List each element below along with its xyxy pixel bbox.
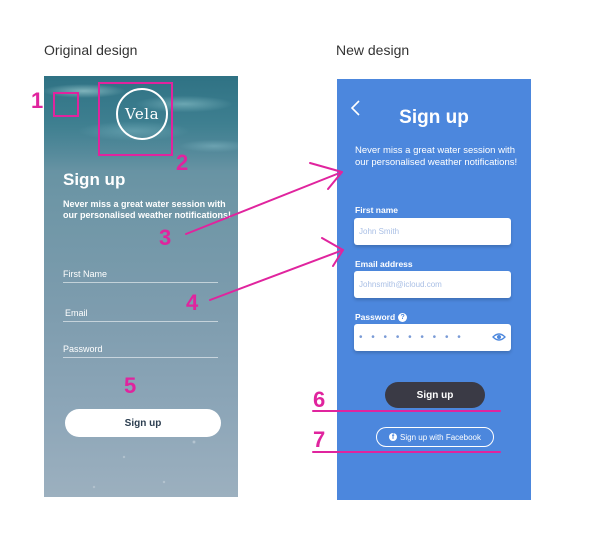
annotation-arrows xyxy=(185,162,501,453)
arrow-3-shaft xyxy=(185,171,343,235)
arrow-4-shaft xyxy=(209,249,344,301)
arrow-3-head xyxy=(309,162,343,190)
